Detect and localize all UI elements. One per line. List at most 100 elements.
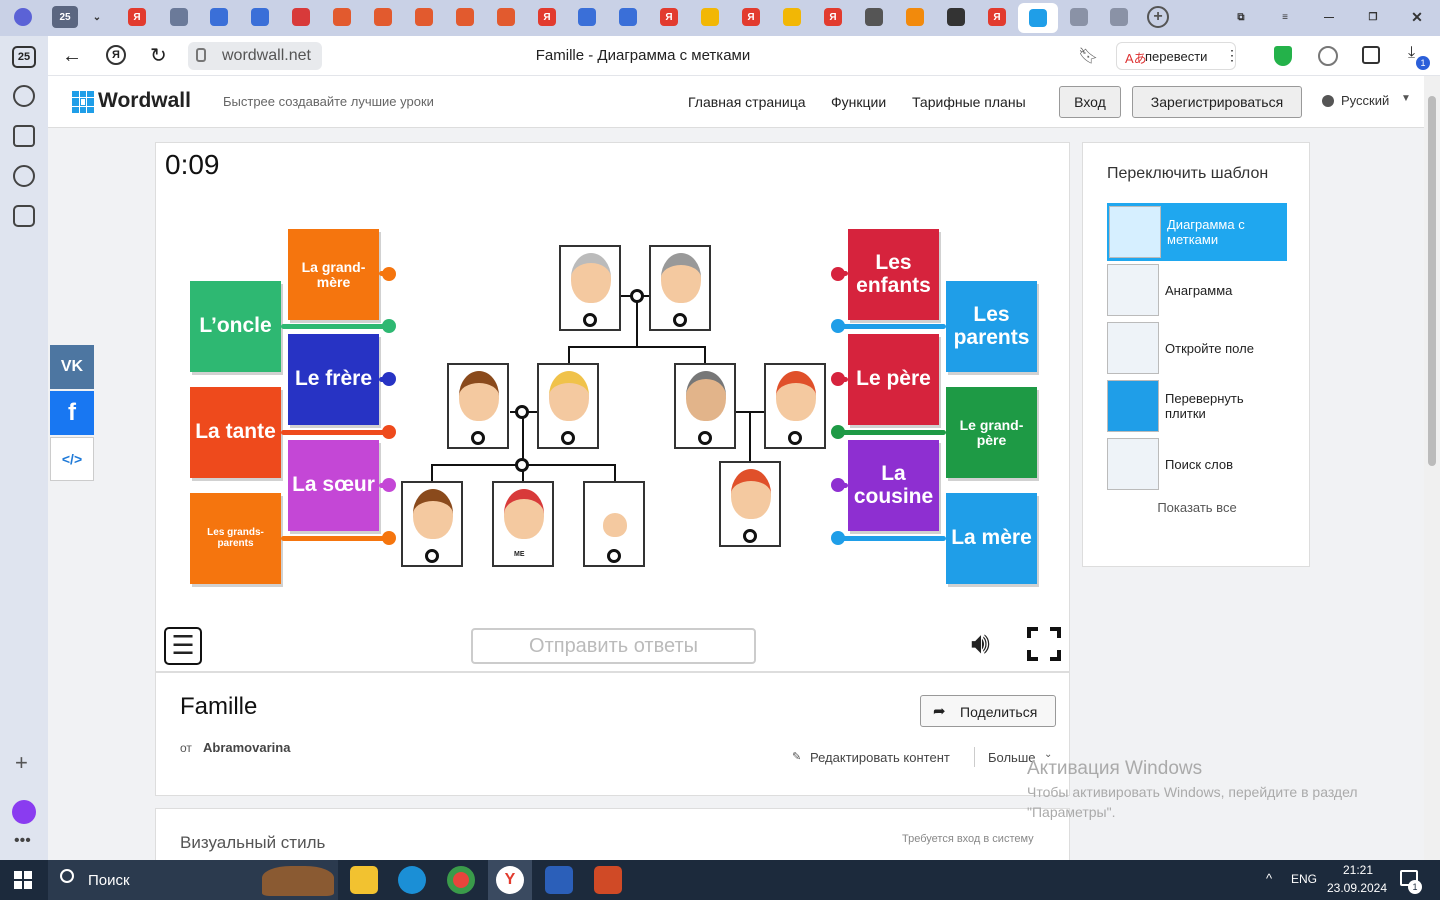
embed-button[interactable]: </> [50, 437, 94, 481]
show-all-link[interactable]: Показать все [1083, 500, 1311, 515]
yandex-tab-icon[interactable]: Я [128, 8, 146, 26]
minimize-icon[interactable]: — [1320, 8, 1338, 26]
author-link[interactable]: Abramovarina [203, 740, 290, 755]
tab-icon[interactable] [783, 8, 801, 26]
add-panel-icon[interactable]: + [15, 750, 28, 776]
drop-target[interactable] [630, 289, 644, 303]
label-la-mere[interactable]: La mère [946, 493, 1037, 584]
tab-icon[interactable] [947, 8, 965, 26]
powerpoint-icon[interactable] [594, 866, 622, 894]
clock-time[interactable]: 21:21 [1330, 863, 1386, 877]
label-le-frere[interactable]: Le frère [288, 334, 379, 425]
profile-icon[interactable] [14, 8, 32, 26]
register-button[interactable]: Зарегистрироваться [1132, 86, 1302, 118]
tab-icon[interactable] [333, 8, 351, 26]
tab-icon[interactable] [374, 8, 392, 26]
template-flip-tiles[interactable]: Перевернуть плитки [1107, 380, 1287, 432]
back-arrow-icon[interactable]: ← [62, 45, 82, 68]
tab-icon[interactable] [292, 8, 310, 26]
label-la-cousine[interactable]: La cousine [848, 440, 939, 531]
reload-icon[interactable]: ↻ [150, 43, 167, 68]
tab-icon[interactable] [456, 8, 474, 26]
history-icon[interactable] [13, 85, 35, 107]
language-indicator[interactable]: ENG [1291, 872, 1317, 886]
collections-icon[interactable]: ⧉ [1232, 8, 1250, 26]
vk-share-button[interactable]: VK [50, 345, 94, 389]
language-select[interactable]: Русский [1341, 93, 1389, 108]
drop-target[interactable] [515, 405, 529, 419]
tab-icon[interactable] [251, 8, 269, 26]
tab-icon[interactable] [210, 8, 228, 26]
tab-icon[interactable] [701, 8, 719, 26]
scrollbar-thumb[interactable] [1428, 96, 1436, 466]
more-icon[interactable]: ••• [14, 832, 31, 850]
active-tab[interactable] [1018, 3, 1058, 33]
template-open-box[interactable]: Откройте поле [1107, 322, 1287, 374]
maximize-icon[interactable]: ❐ [1364, 8, 1382, 26]
drop-target[interactable] [673, 313, 687, 327]
shield-icon[interactable] [1274, 46, 1292, 66]
share-button[interactable]: ➦ Поделиться [920, 695, 1056, 727]
logo-text[interactable]: Wordwall [98, 89, 191, 113]
yandex-tab-icon[interactable]: Я [824, 8, 842, 26]
windows-start-icon[interactable] [14, 871, 32, 889]
yandex-icon[interactable]: Я [106, 45, 126, 65]
chevron-down-icon[interactable]: ▼ [1401, 93, 1411, 104]
label-les-parents[interactable]: Les parents [946, 281, 1037, 372]
globe-icon[interactable] [1318, 46, 1338, 66]
template-wordsearch[interactable]: Поиск слов [1107, 438, 1287, 490]
extensions-icon[interactable] [1362, 46, 1380, 64]
word-icon[interactable] [545, 866, 573, 894]
tab-icon[interactable] [497, 8, 515, 26]
connector-dot[interactable] [831, 531, 845, 545]
drop-target[interactable] [515, 458, 529, 472]
drop-target[interactable] [583, 313, 597, 327]
drop-target[interactable] [788, 431, 802, 445]
facebook-share-button[interactable]: f [50, 391, 94, 435]
connector-dot[interactable] [831, 372, 845, 386]
download-icon[interactable]: ⤓ [1408, 44, 1415, 62]
yandex-tab-icon[interactable]: Я [988, 8, 1006, 26]
drop-target[interactable] [607, 549, 621, 563]
edit-content-link[interactable]: Редактировать контент [810, 750, 950, 765]
file-explorer-icon[interactable] [350, 866, 378, 894]
connector-dot[interactable] [382, 267, 396, 281]
collections-icon[interactable] [13, 125, 35, 147]
connector-dot[interactable] [831, 319, 845, 333]
label-les-grands-parents[interactable]: Les grands-parents [190, 493, 281, 584]
connector-dot[interactable] [382, 531, 396, 545]
connector-dot[interactable] [382, 319, 396, 333]
yandex-tab-icon[interactable]: Я [660, 8, 678, 26]
bookmark-icon[interactable]: 🔖︎ [1078, 46, 1098, 66]
connector-dot[interactable] [831, 267, 845, 281]
nav-features[interactable]: Функции [831, 94, 886, 110]
login-button[interactable]: Вход [1059, 86, 1121, 118]
alice-icon[interactable] [12, 800, 36, 824]
tab-icon[interactable] [170, 8, 188, 26]
drop-target[interactable] [425, 549, 439, 563]
menu-icon[interactable]: ≡ [1276, 8, 1294, 26]
tabs-count-icon[interactable]: 25 [12, 46, 36, 68]
play-icon[interactable] [13, 165, 35, 187]
url-field[interactable]: wordwall.net [188, 42, 322, 70]
drop-target[interactable] [471, 431, 485, 445]
chevron-up-icon[interactable]: ^ [1266, 871, 1272, 886]
label-la-soeur[interactable]: La sœur [288, 440, 379, 531]
template-labelled-diagram[interactable]: Диаграмма с метками [1107, 203, 1287, 261]
connector-dot[interactable] [382, 425, 396, 439]
edge-icon[interactable] [398, 866, 426, 894]
sound-icon[interactable]: 🔊︎ [971, 627, 990, 661]
nav-home[interactable]: Главная страница [688, 94, 806, 110]
connector-dot[interactable] [382, 372, 396, 386]
label-le-pere[interactable]: Le père [848, 334, 939, 425]
menu-icon[interactable]: ☰ [164, 627, 202, 665]
yandex-browser-icon[interactable]: Y [496, 866, 524, 894]
tabs-count-badge[interactable]: 25 [52, 6, 78, 28]
new-tab-icon[interactable]: + [1147, 6, 1169, 28]
label-l-oncle[interactable]: L’oncle [190, 281, 281, 372]
submit-answers-button[interactable]: Отправить ответы [471, 628, 756, 664]
tab-icon[interactable] [619, 8, 637, 26]
wordwall-logo-icon[interactable] [72, 91, 94, 113]
tab-icon[interactable] [906, 8, 924, 26]
nav-pricing[interactable]: Тарифные планы [912, 94, 1026, 110]
